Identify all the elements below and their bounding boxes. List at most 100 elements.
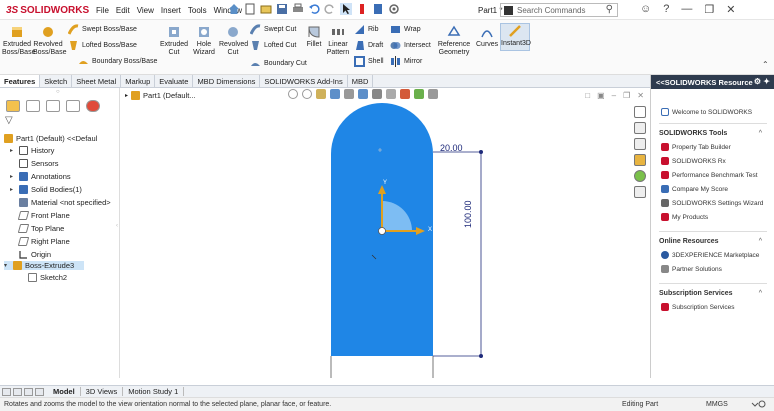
- select-arrow-icon[interactable]: [340, 3, 352, 15]
- undo-icon[interactable]: [308, 3, 320, 15]
- subscription-link[interactable]: Subscription Services: [661, 303, 735, 311]
- tab-model[interactable]: Model: [48, 387, 81, 396]
- extruded-cut-button[interactable]: Extruded Cut: [160, 25, 188, 57]
- tab-addins[interactable]: SOLIDWORKS Add-Ins: [260, 75, 348, 87]
- swept-boss-button[interactable]: Swept Boss/Base: [68, 24, 137, 35]
- tab-motion-study[interactable]: Motion Study 1: [123, 387, 185, 396]
- tab-markup[interactable]: Markup: [121, 75, 156, 87]
- design-library-icon[interactable]: [634, 122, 646, 134]
- print-icon[interactable]: [292, 3, 304, 15]
- online-link-partner-solutions[interactable]: Partner Solutions: [661, 265, 722, 273]
- restore-icon[interactable]: ❐: [704, 3, 714, 16]
- menu-edit[interactable]: Edit: [116, 6, 130, 15]
- save-icon[interactable]: [276, 3, 288, 15]
- tree-handle-icon[interactable]: ○: [56, 89, 60, 95]
- lofted-boss-button[interactable]: Lofted Boss/Base: [68, 40, 137, 51]
- units-dropdown-icon[interactable]: [750, 399, 766, 409]
- revolved-cut-button[interactable]: Revolved Cut: [219, 25, 248, 57]
- collapse-online-icon[interactable]: ^: [759, 238, 762, 245]
- tree-root-part[interactable]: Part1 (Default) <<Defaul: [4, 134, 97, 143]
- draft-button[interactable]: Draft: [354, 40, 383, 51]
- tree-item-annotations[interactable]: ▸ Annotations: [10, 172, 71, 181]
- prev-tab-button[interactable]: [13, 387, 22, 396]
- welcome-link[interactable]: Welcome to SOLIDWORKS: [661, 108, 752, 116]
- next-tab-button[interactable]: [24, 387, 33, 396]
- tool-link-solidworks-rx[interactable]: SOLIDWORKS Rx: [661, 157, 726, 165]
- collapse-ribbon-icon[interactable]: ⌃: [762, 60, 769, 69]
- rib-button[interactable]: Rib: [354, 24, 379, 35]
- appearances-icon[interactable]: [634, 170, 646, 182]
- dimension-width[interactable]: 20.00: [440, 143, 463, 153]
- model-view[interactable]: Y X: [120, 88, 650, 378]
- hole-wizard-button[interactable]: Hole Wizard: [190, 25, 218, 57]
- tool-link-compare-score[interactable]: Compare My Score: [661, 185, 728, 193]
- file-explorer-icon[interactable]: [634, 138, 646, 150]
- tree-item-right-plane[interactable]: Right Plane: [10, 237, 70, 246]
- graphics-area[interactable]: ▸ Part1 (Default... □ ▣ – ❐ ✕ Y X 20.00 …: [120, 88, 650, 378]
- view-palette-icon[interactable]: [634, 154, 646, 166]
- menu-insert[interactable]: Insert: [161, 6, 181, 15]
- dimension-height[interactable]: 100.00: [463, 200, 473, 228]
- boundary-cut-button[interactable]: Boundary Cut: [250, 58, 307, 69]
- close-icon[interactable]: ✕: [726, 3, 735, 16]
- filter-icon[interactable]: ▽: [5, 115, 13, 126]
- online-link-marketplace[interactable]: 3DEXPERIENCE Marketplace: [661, 251, 759, 259]
- reference-geometry-button[interactable]: Reference Geometry: [434, 25, 474, 57]
- tab-mbd[interactable]: MBD: [348, 75, 374, 87]
- tool-link-settings-wizard[interactable]: SOLIDWORKS Settings Wizard: [661, 199, 763, 207]
- open-icon[interactable]: [260, 3, 272, 15]
- options-gear-icon[interactable]: [388, 3, 400, 15]
- tree-item-history[interactable]: ▸ History: [10, 146, 54, 155]
- search-commands-box[interactable]: Search Commands ⚲: [500, 3, 618, 17]
- last-tab-button[interactable]: [35, 387, 44, 396]
- tree-item-top-plane[interactable]: Top Plane: [10, 224, 64, 233]
- wrap-button[interactable]: Wrap: [390, 24, 421, 35]
- solidworks-logo[interactable]: 3S SOLIDWORKS: [6, 5, 89, 16]
- tab-mbd-dimensions[interactable]: MBD Dimensions: [193, 75, 261, 87]
- intersect-button[interactable]: Intersect: [390, 40, 431, 51]
- rebuild-icon[interactable]: [356, 3, 368, 15]
- menu-view[interactable]: View: [137, 6, 154, 15]
- collapse-subscription-icon[interactable]: ^: [759, 290, 762, 297]
- tree-item-sketch2[interactable]: Sketch2: [28, 273, 67, 282]
- new-document-icon[interactable]: [244, 3, 256, 15]
- collapse-tools-icon[interactable]: ^: [759, 130, 762, 137]
- minimize-icon[interactable]: —: [681, 3, 692, 16]
- instant3d-button[interactable]: Instant3D: [500, 23, 531, 51]
- dimension-handle[interactable]: [479, 354, 483, 358]
- custom-properties-icon[interactable]: [634, 186, 646, 198]
- search-icon[interactable]: ⚲: [606, 4, 613, 15]
- tree-item-origin[interactable]: Origin: [10, 250, 51, 259]
- fillet-button[interactable]: Fillet: [304, 25, 324, 49]
- redo-icon[interactable]: [324, 3, 336, 15]
- property-manager-icon[interactable]: [26, 100, 40, 112]
- linear-pattern-button[interactable]: Linear Pattern: [326, 25, 350, 57]
- tab-evaluate[interactable]: Evaluate: [155, 75, 194, 87]
- tool-link-my-products[interactable]: My Products: [661, 213, 708, 221]
- triad-center[interactable]: [378, 227, 386, 235]
- tool-link-benchmark[interactable]: Performance Benchmark Test: [661, 171, 758, 179]
- tab-3d-views[interactable]: 3D Views: [81, 387, 124, 396]
- first-tab-button[interactable]: [2, 387, 11, 396]
- unit-system[interactable]: MMGS: [706, 401, 728, 408]
- mirror-button[interactable]: Mirror: [390, 56, 422, 67]
- home-icon[interactable]: [228, 3, 240, 15]
- swept-cut-button[interactable]: Swept Cut: [250, 24, 296, 35]
- tree-item-front-plane[interactable]: Front Plane: [10, 211, 70, 220]
- curves-button[interactable]: Curves: [476, 25, 498, 49]
- tree-item-solid-bodies[interactable]: ▸ Solid Bodies(1): [10, 185, 82, 194]
- tree-item-sensors[interactable]: Sensors: [10, 159, 59, 168]
- tab-features[interactable]: Features: [0, 75, 41, 87]
- configuration-manager-icon[interactable]: [46, 100, 60, 112]
- feature-manager-icon[interactable]: [6, 100, 20, 112]
- file-properties-icon[interactable]: [372, 3, 384, 15]
- menu-tools[interactable]: Tools: [188, 6, 207, 15]
- revolved-boss-button[interactable]: Revolved Boss/Base: [33, 25, 66, 57]
- resources-tab-icon[interactable]: [634, 106, 646, 118]
- display-manager-icon[interactable]: [86, 100, 100, 112]
- tree-item-boss-extrude3[interactable]: ▾ Boss-Extrude3: [4, 261, 84, 270]
- help-icon[interactable]: ?: [663, 3, 669, 16]
- splitter-handle[interactable]: ‹: [116, 223, 118, 229]
- lofted-cut-button[interactable]: Lofted Cut: [250, 40, 296, 51]
- boundary-boss-button[interactable]: Boundary Boss/Base: [78, 56, 157, 67]
